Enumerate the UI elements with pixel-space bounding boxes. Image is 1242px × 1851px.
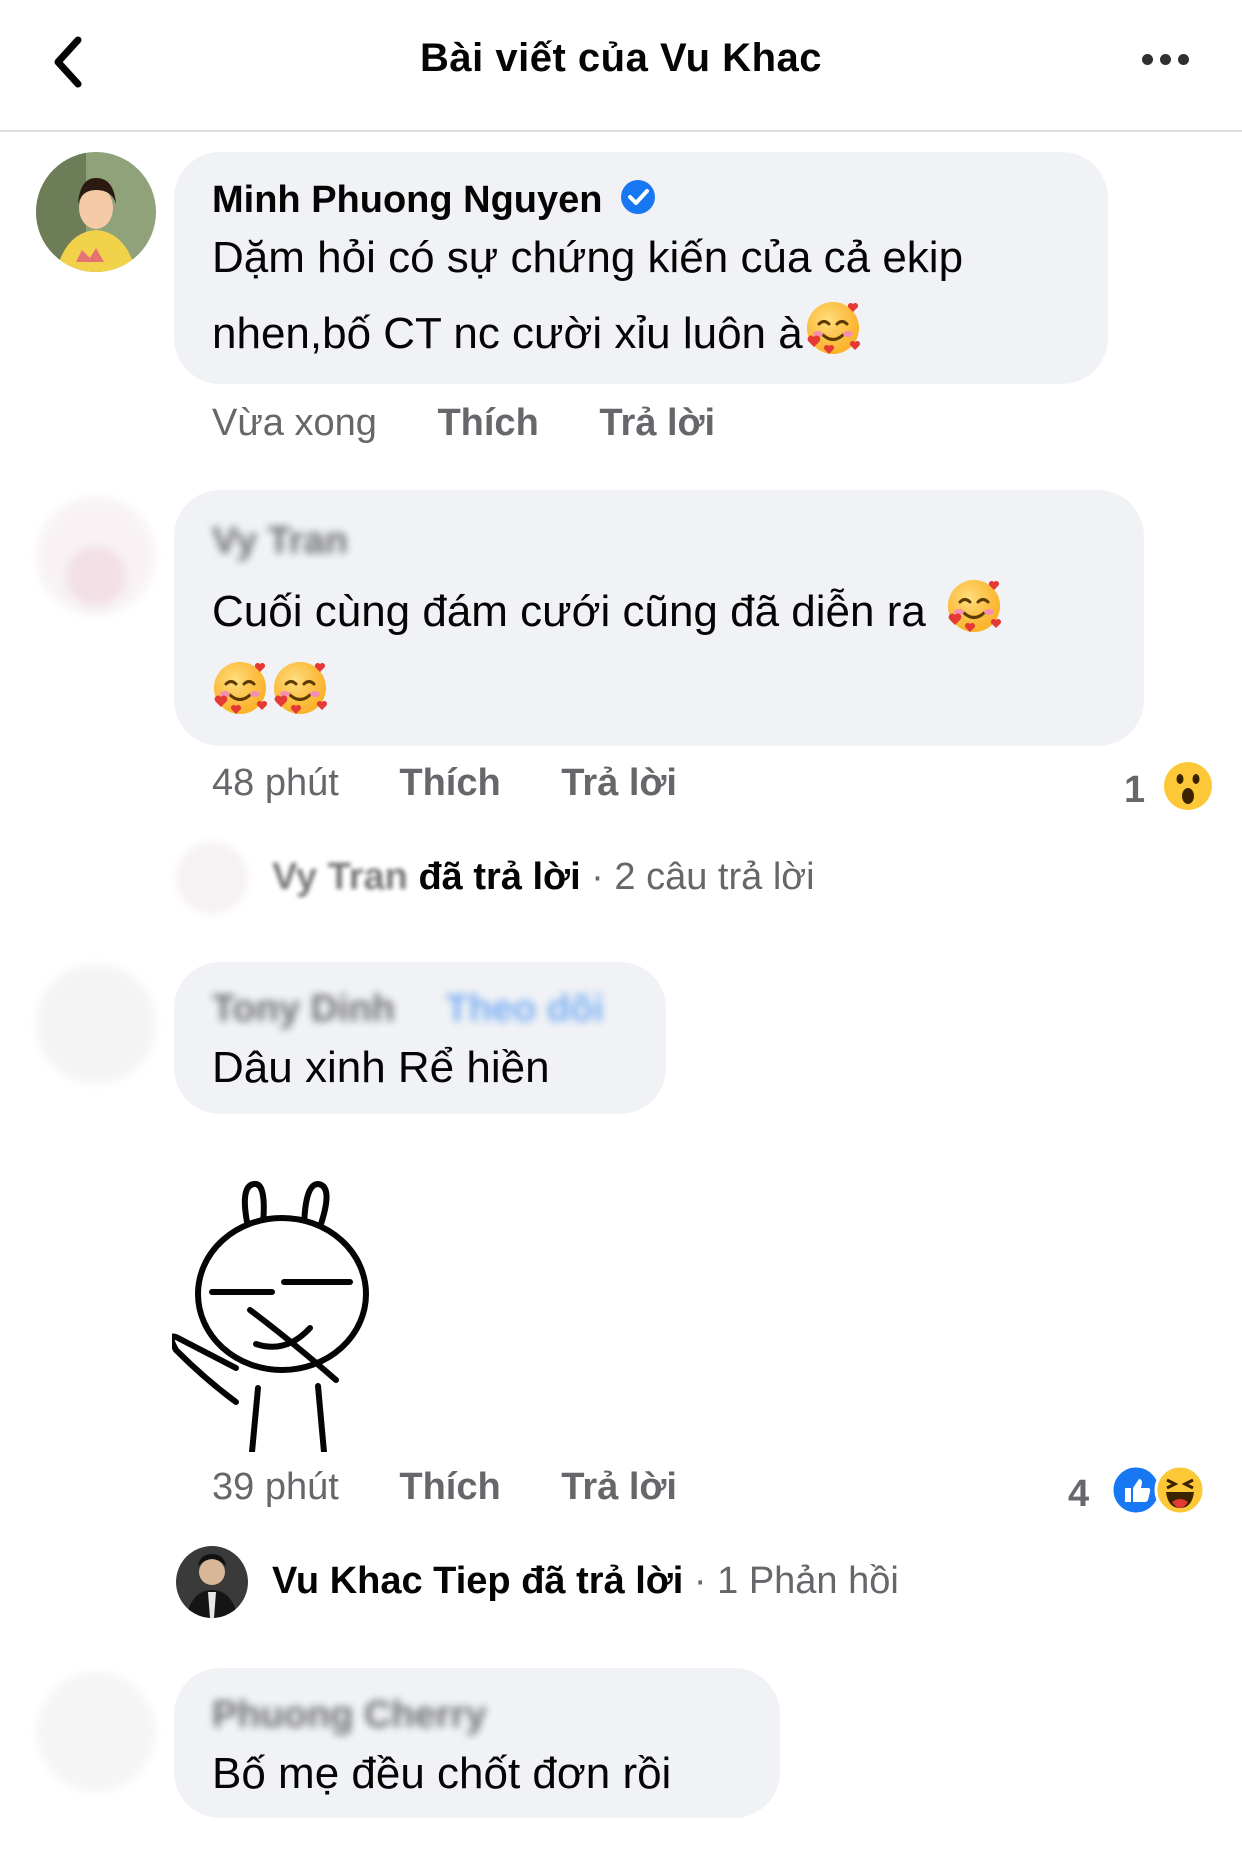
avatar[interactable] (36, 964, 156, 1084)
comment-bubble[interactable]: Vy Tran Cuối cùng đám cưới cũng đã diễn … (174, 490, 1144, 746)
comment-text: Bố mẹ đều chốt đơn rồi (212, 1749, 672, 1798)
comment-bubble[interactable]: Minh Phuong Nguyen Dặm hỏi có sự chứng k… (174, 152, 1108, 384)
haha-reaction-icon (1154, 1464, 1206, 1516)
sticker-image[interactable] (168, 1154, 402, 1455)
more-dot (1178, 53, 1189, 65)
reply-link[interactable]: Trả lời (599, 402, 715, 444)
reply-link[interactable]: Trả lời (561, 762, 677, 804)
reply-verb: đã trả lời (521, 1560, 684, 1602)
comment-time: Vừa xong (212, 402, 377, 444)
comment-text-content: Cuối cùng đám cưới cũng đã diễn ra (212, 587, 926, 636)
avatar-image (36, 1672, 156, 1792)
comment-author[interactable]: Vy Tran (212, 520, 348, 563)
comment-actions: 48 phút Thích Trả lời (212, 762, 677, 805)
comment-bubble[interactable]: Phuong Cherry Bố mẹ đều chốt đơn rồi (174, 1668, 780, 1818)
comment-emoji-line (210, 648, 330, 724)
comment-time: 48 phút (212, 762, 339, 804)
verified-badge-icon (621, 180, 656, 214)
more-dot (1160, 53, 1171, 65)
view-replies-link[interactable]: Vu Khac Tiep đã trả lời · 1 Phản hồi (272, 1560, 899, 1603)
view-replies-link[interactable]: Vy Tran đã trả lời · 2 câu trả lời (272, 856, 815, 899)
like-link[interactable]: Thích (399, 1466, 500, 1508)
wow-reaction-icon (1163, 762, 1212, 810)
reply-author: Vy Tran (272, 856, 408, 898)
comment-text: Dặm hỏi có sự chứng kiến của cả ekip (212, 233, 964, 282)
avatar-image (36, 152, 156, 272)
like-link[interactable]: Thích (437, 402, 538, 444)
reaction-count: 1 (1124, 769, 1146, 811)
comment-text-continued: nhen,bố CT nc cười xỉu luôn à (212, 309, 803, 358)
like-link[interactable]: Thích (399, 762, 500, 804)
avatar[interactable] (36, 152, 156, 272)
comment-text-line2: nhen,bố CT nc cười xỉu luôn à (212, 296, 863, 372)
comment-actions: Vừa xong Thích Trả lời (212, 402, 715, 445)
comment-author[interactable]: Minh Phuong Nguyen (212, 178, 657, 222)
smiling-face-with-hearts-emoji (210, 658, 270, 718)
comment-bubble[interactable]: Tony Dinh Theo dõi Dâu xinh Rể hiền (174, 962, 666, 1114)
reaction-count: 4 (1068, 1473, 1090, 1515)
comment-actions: 39 phút Thích Trả lời (212, 1466, 677, 1509)
avatar-image (36, 496, 156, 616)
page-title: Bài viết của Vu Khac (420, 36, 822, 80)
bunny-sticker (168, 1181, 369, 1455)
smiling-face-with-hearts-emoji (270, 658, 330, 718)
comment-author[interactable]: Tony Dinh (212, 988, 395, 1030)
more-dots-icon (1142, 53, 1153, 65)
reply-link[interactable]: Trả lời (561, 1466, 677, 1508)
reply-verb: đã trả lời (418, 856, 581, 898)
reply-avatar (176, 842, 248, 914)
reaction-summary[interactable]: 1 (1124, 760, 1214, 812)
reaction-summary[interactable]: 4 (1068, 1464, 1206, 1516)
comment-author[interactable]: Phuong Cherry (212, 1694, 486, 1737)
avatar-image (176, 1546, 248, 1618)
avatar-image (176, 842, 248, 914)
comment-time: 39 phút (212, 1466, 339, 1508)
avatar[interactable] (36, 1672, 156, 1792)
author-name: Minh Phuong Nguyen (212, 179, 603, 221)
comment-author-row: Tony Dinh Theo dõi (212, 988, 604, 1031)
comment-text: Dâu xinh Rể hiền (212, 1043, 550, 1092)
smiling-face-with-hearts-emoji (803, 298, 863, 358)
smiling-face-with-hearts-emoji (944, 576, 1004, 636)
reply-avatar (176, 1546, 248, 1618)
more-options-button[interactable] (1142, 44, 1194, 74)
reply-count: · 1 Phản hồi (683, 1560, 899, 1602)
avatar[interactable] (36, 496, 156, 616)
comment-text: Cuối cùng đám cưới cũng đã diễn ra (212, 574, 1004, 650)
top-bar: Bài viết của Vu Khac (0, 0, 1242, 132)
follow-link[interactable]: Theo dõi (446, 988, 604, 1030)
reply-author: Vu Khac Tiep (272, 1560, 511, 1602)
reply-count: · 2 câu trả lời (580, 856, 815, 898)
avatar-image (36, 964, 156, 1084)
